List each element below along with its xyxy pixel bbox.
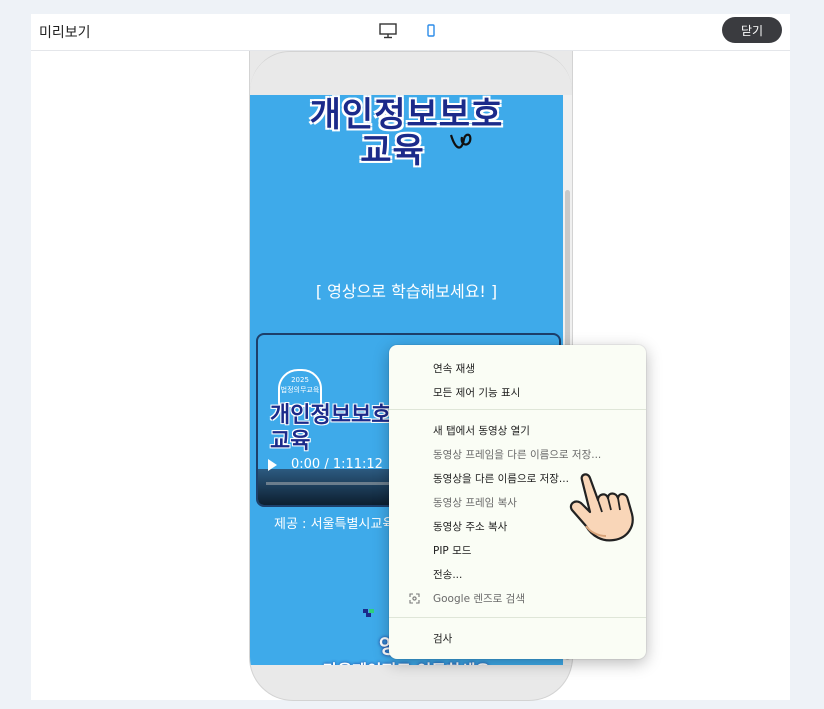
video-title-line1: 개인정보보호 <box>270 403 392 428</box>
badge-year: 2025 <box>291 376 309 384</box>
play-icon[interactable] <box>268 459 277 471</box>
desktop-view-button[interactable] <box>378 21 398 41</box>
mobile-icon <box>427 24 435 37</box>
preview-toolbar: 미리보기 닫기 <box>31 14 790 51</box>
menu-item-cast[interactable]: 전송... <box>433 567 462 582</box>
preview-title: 미리보기 <box>39 25 91 41</box>
video-title: 개인정보보호 교육 <box>270 403 391 455</box>
badge-text: 법정의무교육 <box>280 386 320 394</box>
lens-icon <box>409 593 420 604</box>
menu-divider <box>389 617 646 618</box>
menu-item-show-controls[interactable]: 모든 제어 기능 표시 <box>433 385 520 400</box>
provider-text: 제공 : 서울특별시교육 <box>274 517 395 532</box>
logo-icon <box>363 609 374 617</box>
menu-item-save-video-as[interactable]: 동영상을 다른 이름으로 저장... <box>433 471 569 486</box>
menu-item-save-frame-as[interactable]: 동영상 프레임을 다른 이름으로 저장... <box>433 447 601 462</box>
menu-item-copy-frame[interactable]: 동영상 프레임 복사 <box>433 495 517 510</box>
video-time: 0:00 / 1:11:12 <box>291 457 383 472</box>
menu-item-google-lens[interactable]: Google 렌즈로 검색 <box>433 591 525 606</box>
menu-item-open-video-new-tab[interactable]: 새 탭에서 동영상 열기 <box>433 423 530 438</box>
page-subtitle: [ 영상으로 학습해보세요! ] <box>315 282 498 301</box>
swirl-icon <box>449 133 472 149</box>
pointing-hand-icon <box>569 473 634 542</box>
desktop-icon <box>379 23 397 39</box>
banner-title-line2: 교육 <box>360 131 425 171</box>
video-badge: 2025 법정의무교육 <box>278 369 322 407</box>
video-title-line2: 교육 <box>270 429 311 454</box>
close-button[interactable]: 닫기 <box>722 17 782 43</box>
phone-bezel <box>250 51 572 96</box>
mobile-view-button[interactable] <box>421 21 441 41</box>
menu-item-pip[interactable]: PIP 모드 <box>433 543 471 558</box>
menu-item-copy-video-address[interactable]: 동영상 주소 복사 <box>433 519 507 534</box>
menu-divider <box>389 409 646 410</box>
menu-item-loop[interactable]: 연속 재생 <box>433 361 475 376</box>
menu-item-inspect[interactable]: 검사 <box>433 631 452 646</box>
